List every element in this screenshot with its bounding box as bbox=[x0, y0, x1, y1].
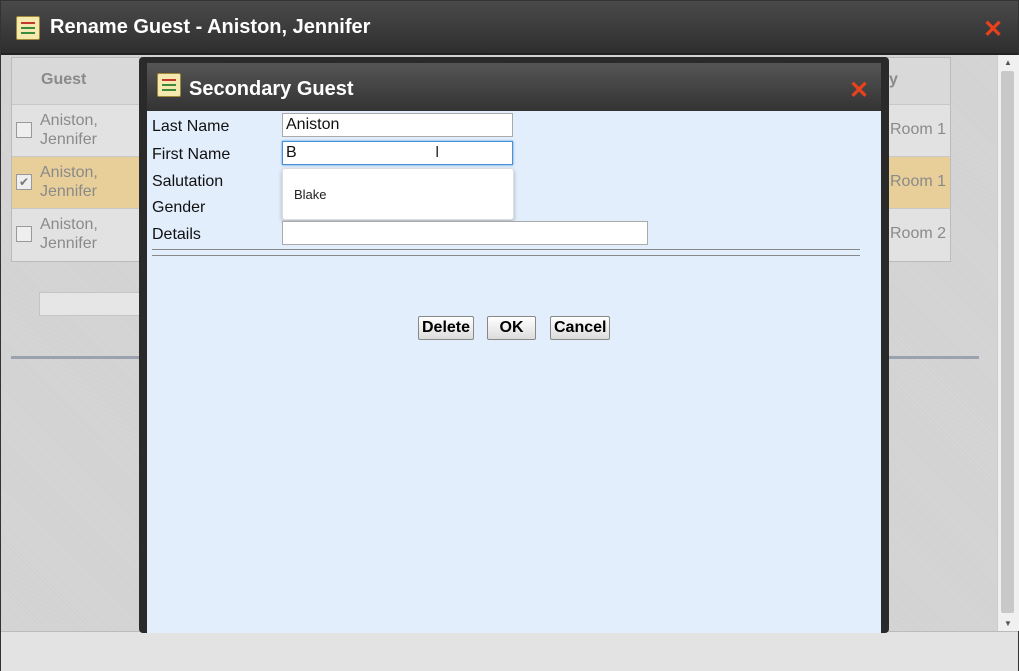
row-guest-name: Aniston, Jennifer bbox=[40, 164, 98, 200]
row-guest-name: Aniston, Jennifer bbox=[40, 216, 98, 252]
background-input[interactable] bbox=[39, 292, 146, 316]
dialog-body: Last Name First Name I Salutation Gender… bbox=[147, 111, 881, 633]
row-checkbox[interactable] bbox=[16, 122, 32, 138]
scroll-thumb[interactable] bbox=[1001, 71, 1014, 613]
close-icon[interactable]: ✕ bbox=[983, 18, 1003, 42]
column-header-guest: Guest bbox=[41, 71, 87, 88]
rename-guest-window: Rename Guest - Aniston, Jennifer ✕ Guest… bbox=[0, 0, 1019, 671]
dialog-title: Secondary Guest bbox=[189, 78, 354, 100]
close-icon[interactable]: ✕ bbox=[849, 79, 869, 103]
window-titlebar: Rename Guest - Aniston, Jennifer ✕ bbox=[1, 1, 1018, 55]
row-checkbox[interactable] bbox=[16, 226, 32, 242]
details-label: Details bbox=[152, 226, 201, 243]
row-room: Room 1 bbox=[890, 173, 947, 190]
last-name-input[interactable] bbox=[282, 113, 513, 137]
vertical-scrollbar[interactable]: ▲ ▼ bbox=[997, 55, 1019, 631]
row-checkbox-checked[interactable]: ✔ bbox=[16, 174, 32, 190]
column-header-partial: y bbox=[889, 71, 898, 88]
gender-label: Gender bbox=[152, 199, 206, 216]
dialog-titlebar: Secondary Guest ✕ bbox=[147, 63, 881, 111]
form-icon bbox=[157, 73, 181, 97]
separator bbox=[152, 249, 860, 250]
form-icon bbox=[16, 16, 40, 40]
details-input[interactable] bbox=[282, 221, 648, 245]
autocomplete-dropdown: Blake bbox=[282, 168, 514, 220]
salutation-label: Salutation bbox=[152, 173, 224, 190]
cancel-button[interactable]: Cancel bbox=[550, 316, 611, 340]
secondary-guest-dialog: Secondary Guest ✕ Last Name First Name I… bbox=[139, 57, 889, 633]
delete-button[interactable]: Delete bbox=[418, 316, 475, 340]
autocomplete-option[interactable]: Blake bbox=[294, 187, 327, 202]
status-bar bbox=[1, 631, 1018, 671]
text-cursor-icon: I bbox=[435, 144, 440, 161]
last-name-label: Last Name bbox=[152, 118, 230, 135]
scroll-down-icon[interactable]: ▼ bbox=[1004, 619, 1012, 628]
row-room: Room 2 bbox=[890, 225, 947, 242]
window-title: Rename Guest - Aniston, Jennifer bbox=[50, 16, 371, 38]
first-name-input[interactable] bbox=[282, 141, 513, 165]
ok-button[interactable]: OK bbox=[487, 316, 536, 340]
row-room: Room 1 bbox=[890, 121, 947, 138]
row-guest-name: Aniston, Jennifer bbox=[40, 112, 98, 148]
scroll-up-icon[interactable]: ▲ bbox=[1004, 58, 1012, 67]
first-name-label: First Name bbox=[152, 146, 231, 163]
separator bbox=[152, 255, 860, 256]
